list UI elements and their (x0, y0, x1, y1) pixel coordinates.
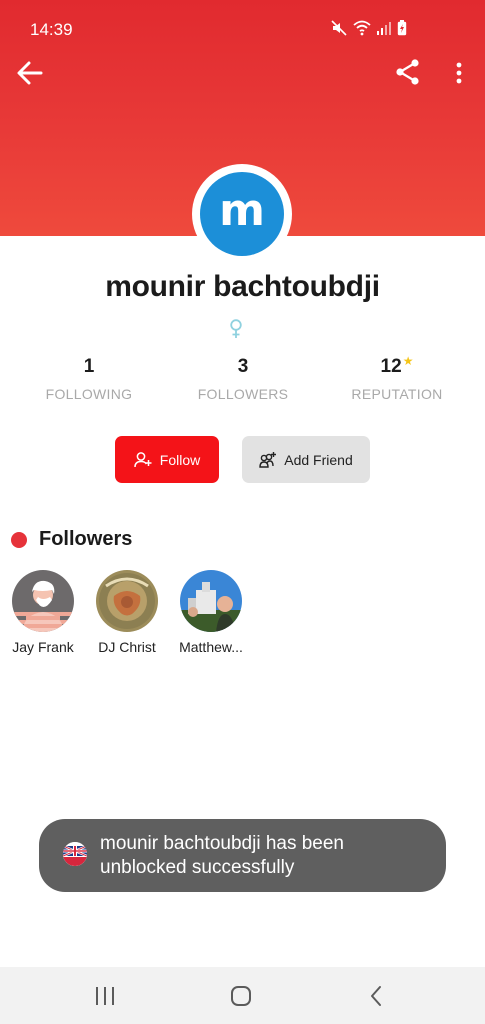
follower-name: Matthew... (179, 639, 243, 655)
female-symbol-icon (230, 319, 242, 338)
recents-button[interactable] (91, 983, 119, 1009)
stat-value: 12 (380, 356, 402, 377)
stat-followers[interactable]: 3 FOLLOWERS (163, 356, 323, 402)
add-user-icon (134, 451, 152, 467)
stat-label: FOLLOWING (45, 386, 133, 402)
system-nav-bar (0, 967, 485, 1024)
arrow-left-icon (17, 61, 43, 85)
status-icons (331, 20, 407, 36)
toast-message: mounir bachtoubdji has been unblocked su… (100, 833, 345, 878)
share-button[interactable] (394, 58, 422, 86)
followers-heading: Followers (39, 528, 133, 550)
toast-notification: mounir bachtoubdji has been unblocked su… (39, 819, 446, 892)
add-friend-label: Add Friend (284, 451, 353, 468)
follower-item[interactable]: Matthew... (166, 570, 256, 655)
followers-section-title: Followers (11, 528, 132, 551)
recent-apps-icon (96, 987, 114, 1005)
follower-name: Jay Frank (12, 639, 74, 655)
home-icon (231, 986, 251, 1006)
back-button[interactable] (14, 57, 46, 89)
battery-charging-icon (397, 20, 407, 36)
stat-reputation[interactable]: 12★ REPUTATION (317, 354, 477, 402)
home-button[interactable] (227, 983, 255, 1009)
app-icon (63, 842, 87, 866)
profile-stats: 1 FOLLOWING 3 FOLLOWERS 12★ REPUTATION (0, 354, 485, 406)
follow-label: Follow (159, 451, 201, 468)
follower-avatar (12, 570, 74, 632)
stat-value: 1 (83, 356, 95, 377)
stat-value: 3 (237, 356, 249, 377)
follower-item[interactable]: DJ Christ (82, 570, 172, 655)
follower-item[interactable]: Jay Frank (0, 570, 88, 655)
back-chevron-icon (371, 986, 381, 1006)
profile-name: mounir bachtoubdji (105, 270, 380, 303)
wifi-icon (353, 20, 371, 36)
follower-name: DJ Christ (98, 639, 156, 655)
share-icon (396, 59, 419, 85)
profile-avatar[interactable]: m (192, 164, 292, 264)
follower-avatar (96, 570, 158, 632)
add-friend-icon (259, 451, 277, 468)
signal-icon (377, 22, 391, 35)
stat-label: REPUTATION (351, 386, 443, 402)
stat-label: FOLLOWERS (197, 386, 289, 402)
status-bar: 14:39 (0, 0, 485, 58)
section-dot (11, 531, 27, 548)
more-vertical-icon (456, 62, 462, 84)
nav-back-button[interactable] (363, 983, 391, 1009)
add-friend-button[interactable]: Add Friend (242, 436, 370, 483)
star-icon: ★ (402, 354, 414, 368)
more-options-button[interactable] (449, 58, 469, 88)
follower-avatar (180, 570, 242, 632)
mute-icon (331, 20, 347, 36)
avatar-letter: m (200, 172, 284, 256)
stat-following[interactable]: 1 FOLLOWING (9, 356, 169, 402)
follow-button[interactable]: Follow (115, 436, 219, 483)
status-time: 14:39 (30, 20, 73, 39)
